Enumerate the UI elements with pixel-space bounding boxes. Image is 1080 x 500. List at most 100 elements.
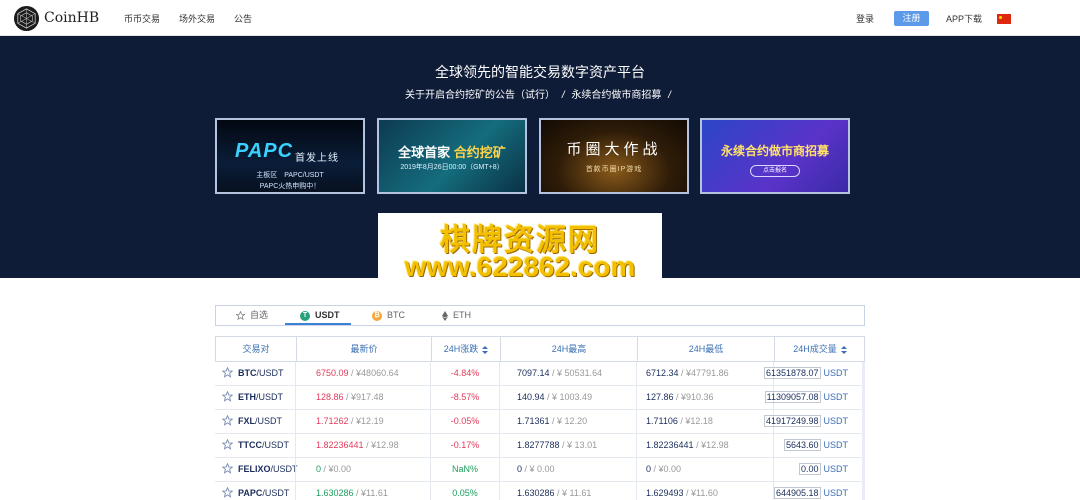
volume-value: 11309057.08 [764,391,821,403]
header-volume-sort[interactable]: 24H成交量 [775,337,865,361]
low-price-cny: / ¥11.60 [683,488,718,498]
pair-quote: /USDT [256,392,283,402]
btc-icon: ₿ [372,310,382,321]
active-tab-indicator [285,323,351,325]
favorite-star-icon[interactable] [222,415,233,426]
column-divider [773,434,774,457]
pair-base: BTC [238,368,257,378]
low-cell: 1.71106 / ¥12.18 [646,410,713,433]
high-cell: 0 / ¥ 0.00 [517,458,555,481]
volume-cell: 0.00 USDT [798,458,848,481]
nav-spot-trading[interactable]: 币币交易 [124,12,160,25]
favorite-star-icon[interactable] [222,367,233,378]
pair-quote: /USDT [262,440,289,450]
favorite-star-icon[interactable] [222,439,233,450]
favorite-star-icon[interactable] [222,391,233,402]
tab-eth[interactable]: ETH [442,306,471,325]
volume-unit: USDT [823,440,849,450]
table-row[interactable]: FXL/USDT 1.71262 / ¥12.19 -0.05% 1.71361 / … [215,410,865,434]
pair-cell[interactable]: PAPC/USDT [238,482,289,500]
volume-unit: USDT [823,488,849,498]
high-price: 1.630286 [517,488,555,498]
tab-label: ETH [453,310,471,320]
table-row[interactable]: PAPC/USDT 1.630286 / ¥11.61 0.05% 1.630286 … [215,482,865,500]
pair-quote: /USDT [270,464,298,474]
price-cell: 128.86 / ¥917.48 [316,386,384,409]
pair-cell[interactable]: FELIXO/USDT [238,458,298,481]
column-divider [636,458,637,481]
tab-btc[interactable]: ₿ BTC [372,306,405,325]
pair-cell[interactable]: FXL/USDT [238,410,282,433]
last-price: 6750.09 [316,368,349,378]
login-link[interactable]: 登录 [856,12,874,25]
announcement-link-contract-mining[interactable]: 关于开启合约挖矿的公告（试行） [405,90,555,101]
low-cell: 127.86 / ¥910.36 [646,386,714,409]
signup-button[interactable]: 点击报名 [750,165,800,177]
last-price-cny: / ¥917.48 [343,392,384,402]
header-last-price: 最新价 [350,344,378,354]
header-high: 24H最高 [551,344,587,354]
high-price: 140.94 [517,392,545,402]
app-download-link[interactable]: APP下载 [946,12,982,25]
watermark-url: www.622862.com [404,251,636,282]
coinhb-logo-icon [13,5,40,31]
register-button[interactable]: 注册 [894,11,929,26]
banner-market-maker[interactable]: 永续合约做市商招募 点击报名 [700,118,850,194]
top-navbar: CoinHB 币币交易 场外交易 公告 登录 注册 APP下载 [0,0,1080,36]
volume-cell: 5643.60 USDT [783,434,849,457]
price-cell: 0 / ¥0.00 [316,458,351,481]
low-price: 1.71106 [646,416,678,426]
nav-otc-trading[interactable]: 场外交易 [179,12,215,25]
tab-favorites[interactable]: 自选 [236,306,268,325]
banner-subtitle: 首发上线 [295,153,339,164]
table-row[interactable]: BTC/USDT 6750.09 / ¥48060.64 -4.84% 7097.14… [215,362,865,386]
logo[interactable]: CoinHB [13,4,99,32]
low-price-cny: / ¥12.18 [677,416,713,426]
column-divider [295,434,296,457]
pair-cell[interactable]: TTCC/USDT [238,434,289,457]
usdt-icon: T [300,310,310,321]
table-row[interactable]: TTCC/USDT 1.82236441 / ¥12.98 -0.17% 1.8277… [215,434,865,458]
banner-coin-battle[interactable]: 币圈大作战 首款币圈IP游戏 [539,118,689,194]
low-price-cny: / ¥0.00 [651,464,682,474]
favorite-star-icon[interactable] [222,487,233,498]
table-row[interactable]: FELIXO/USDT 0 / ¥0.00 NaN% 0 / ¥ 0.00 0 / ¥0… [215,458,865,482]
price-cell: 1.82236441 / ¥12.98 [316,434,399,457]
nav-announcements[interactable]: 公告 [234,12,252,25]
volume-value: 0.00 [798,463,821,475]
table-row[interactable]: ETH/USDT 128.86 / ¥917.48 -8.57% 140.94 / ¥… [215,386,865,410]
header-change-sort[interactable]: 24H涨跌 [432,337,500,361]
announcement-link-market-maker[interactable]: 永续合约做市商招募 [571,90,661,101]
low-price-cny: / ¥910.36 [673,392,714,402]
last-price-cny: / ¥12.98 [363,440,399,450]
price-cell: 1.71262 / ¥12.19 [316,410,384,433]
pair-cell[interactable]: ETH/USDT [238,386,283,409]
price-cell: 6750.09 / ¥48060.64 [316,362,399,385]
column-divider [499,386,500,409]
banner-title: 币圈大作战 [566,140,662,158]
china-flag-icon[interactable] [997,14,1011,24]
column-divider [773,458,774,481]
volume-cell: 41917249.98 USDT [763,410,848,433]
change-cell: -4.84% [450,368,480,378]
high-price: 7097.14 [517,368,550,378]
high-cell: 7097.14 / ¥ 50531.64 [517,362,602,385]
header-low: 24H最低 [688,344,724,354]
column-divider [499,458,500,481]
banner-title: 全球首家 合约挖矿 [379,142,525,161]
column-divider [636,362,637,385]
volume-unit: USDT [823,368,849,378]
pair-base: TTCC [238,440,262,450]
favorite-star-icon[interactable] [222,463,233,474]
banner-papc-listing[interactable]: PAPC 首发上线 主板区 PAPC/USDT PAPC火热申购中！ [215,118,365,194]
table-scrollbar[interactable] [862,362,865,500]
banner-contract-mining[interactable]: 全球首家 合约挖矿 2019年8月26日00:00（GMT+8） [377,118,527,194]
column-divider [499,410,500,433]
pair-cell[interactable]: BTC/USDT [238,362,284,385]
high-price-cny: / ¥ 1003.49 [544,392,593,402]
column-divider [295,482,296,500]
volume-cell: 644905.18 USDT [773,482,849,500]
price-cell: 1.630286 / ¥11.61 [316,482,388,500]
banner-title: PAPC [235,140,294,162]
watermark: 棋牌资源网 www.622862.com [378,213,662,283]
